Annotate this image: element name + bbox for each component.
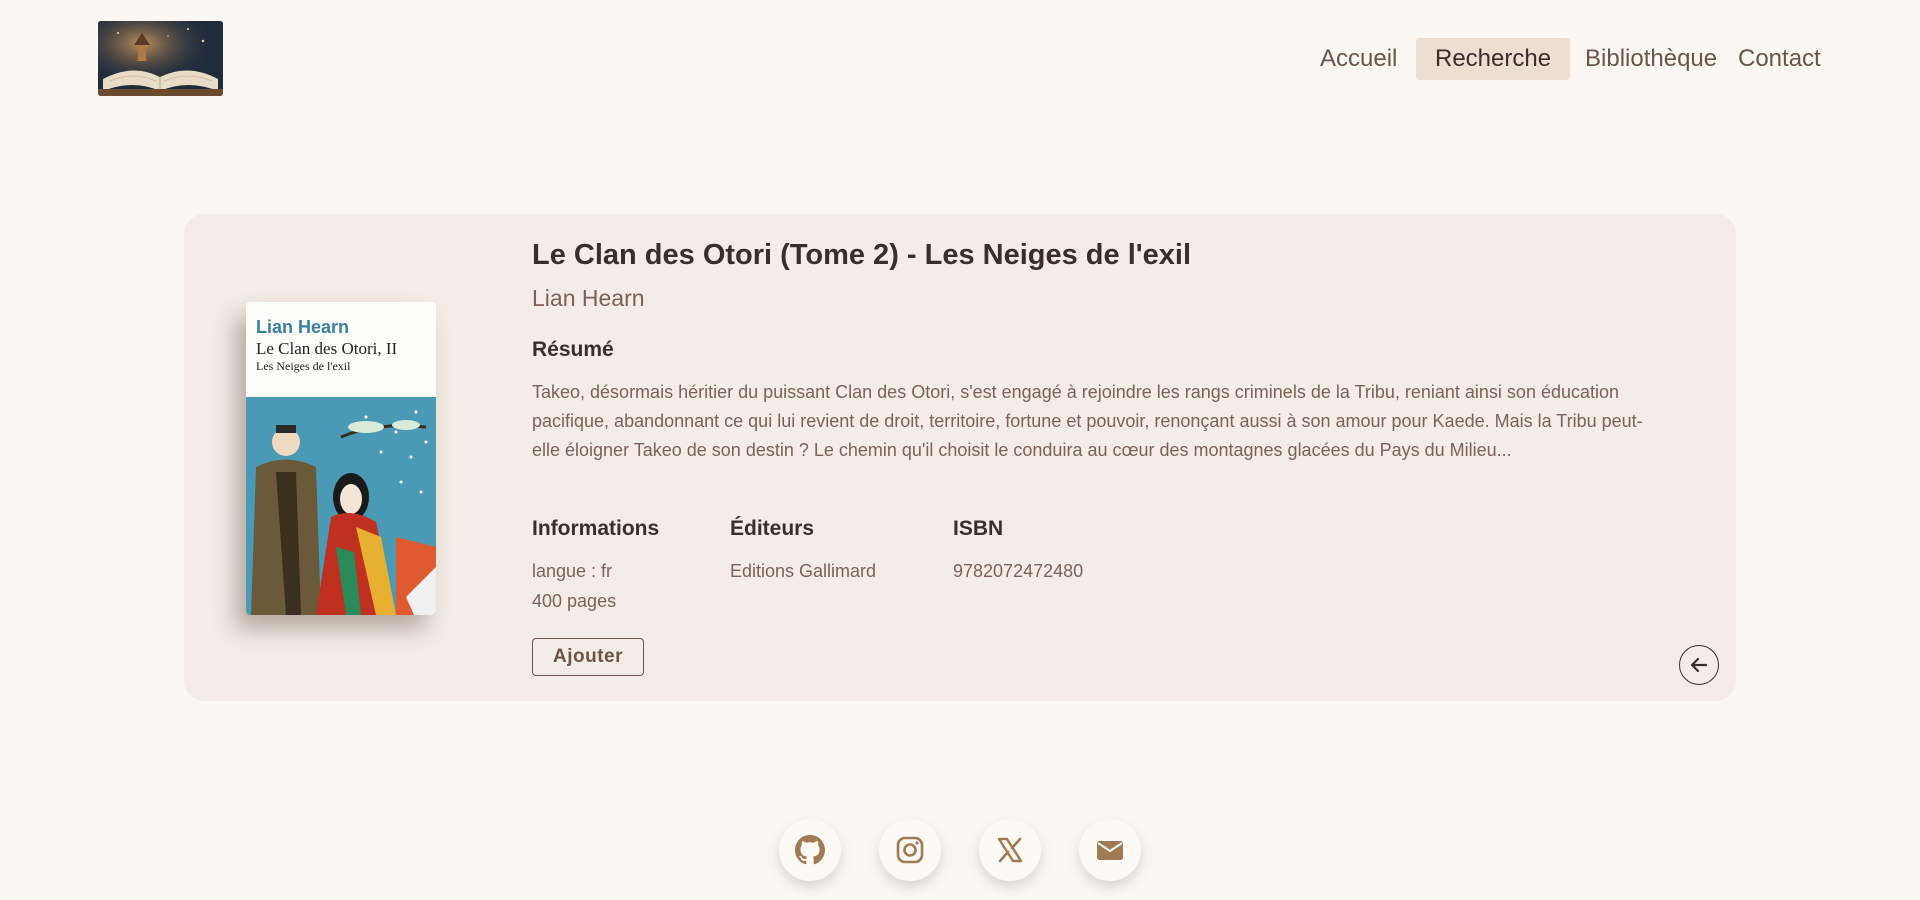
add-button[interactable]: Ajouter (532, 638, 644, 676)
github-link[interactable] (779, 819, 841, 881)
cover-subtitle: Les Neiges de l'exil (256, 359, 351, 373)
github-icon (795, 835, 825, 865)
instagram-icon (896, 836, 924, 864)
mail-link[interactable] (1079, 819, 1141, 881)
cover-title: Le Clan des Otori, II (256, 339, 398, 358)
arrow-left-icon (1690, 657, 1708, 673)
info-heading: Informations (532, 517, 660, 540)
instagram-link[interactable] (879, 819, 941, 881)
book-detail-card: Lian Hearn Le Clan des Otori, II Les Nei… (184, 214, 1736, 701)
nav-bibliotheque[interactable]: Bibliothèque (1585, 38, 1717, 80)
book-author: Lian Hearn (532, 285, 645, 311)
nav-accueil[interactable]: Accueil (1320, 38, 1397, 80)
book-cover: Lian Hearn Le Clan des Otori, II Les Nei… (246, 302, 436, 615)
cover-illustration (246, 397, 436, 615)
book-pages: 400 pages (532, 591, 617, 611)
nav-contact[interactable]: Contact (1738, 38, 1821, 80)
summary-heading: Résumé (532, 338, 614, 361)
book-title: Le Clan des Otori (Tome 2) - Les Neiges … (532, 239, 1192, 271)
book-summary: Takeo, désormais héritier du puissant Cl… (532, 382, 1643, 460)
main-nav: Accueil Recherche Bibliothèque Contact (0, 38, 1920, 80)
nav-recherche[interactable]: Recherche (1416, 38, 1571, 80)
cover-author: Lian Hearn (256, 317, 350, 337)
cover-header: Lian Hearn Le Clan des Otori, II Les Nei… (246, 302, 436, 397)
isbn-heading: ISBN (953, 517, 1004, 540)
x-icon (997, 837, 1023, 863)
site-header: Accueil Recherche Bibliothèque Contact (0, 0, 1920, 120)
mail-icon (1097, 841, 1123, 860)
book-publisher: Editions Gallimard (730, 561, 877, 581)
book-isbn: 9782072472480 (953, 561, 1084, 581)
book-language: langue : fr (532, 561, 613, 581)
publishers-heading: Éditeurs (730, 517, 815, 540)
back-button[interactable] (1679, 645, 1719, 685)
x-link[interactable] (979, 819, 1041, 881)
